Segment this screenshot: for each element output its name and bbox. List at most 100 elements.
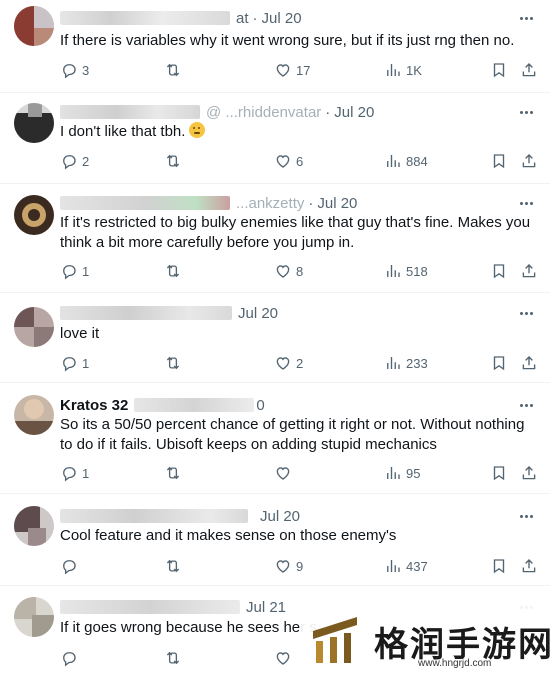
tweet-date[interactable]: 0	[256, 397, 264, 414]
tweet[interactable]: at · Jul 20 If there is variables why it…	[0, 0, 550, 93]
tweet-date[interactable]: Jul 20	[262, 10, 302, 27]
avatar[interactable]	[14, 6, 54, 46]
avatar[interactable]	[14, 307, 54, 347]
more-options-icon[interactable]	[516, 102, 536, 122]
like-button[interactable]	[274, 648, 296, 668]
like-button[interactable]: 2	[274, 353, 303, 373]
avatar[interactable]	[14, 506, 54, 546]
avatar[interactable]	[14, 195, 54, 235]
retweet-icon	[164, 464, 182, 482]
author-handle[interactable]: at	[236, 10, 249, 27]
bookmark-button[interactable]	[490, 261, 512, 281]
like-count: 6	[296, 153, 304, 169]
bookmark-button[interactable]	[490, 151, 512, 171]
author-handle[interactable]: @ ...rhiddenvatar	[206, 104, 321, 121]
frowning-face-icon	[189, 122, 206, 138]
tweet-header: Kratos 32 0	[60, 395, 265, 415]
view-count: 884	[406, 153, 428, 169]
views-button[interactable]: 233	[384, 353, 428, 373]
like-button[interactable]: 8	[274, 261, 303, 281]
separator-dot: ·	[325, 103, 331, 121]
reply-button[interactable]: 2	[60, 151, 89, 171]
bar-chart-icon	[384, 354, 402, 372]
tweet-date[interactable]: Jul 20	[334, 104, 374, 121]
more-options-icon[interactable]	[516, 8, 536, 28]
author-name[interactable]: Kratos 32	[60, 397, 128, 414]
author-handle[interactable]: ...ankzetty	[236, 195, 304, 212]
tweet-date[interactable]: Jul 20	[238, 305, 278, 322]
like-count: 2	[296, 355, 304, 371]
author-name-redacted[interactable]	[60, 11, 230, 25]
bookmark-button[interactable]	[490, 353, 512, 373]
tweet-header: Jul 20	[60, 506, 300, 526]
bookmark-icon	[490, 61, 508, 79]
retweet-button[interactable]	[164, 151, 186, 171]
tweet-header: Jul 20	[60, 303, 278, 323]
more-options-icon[interactable]	[516, 303, 536, 323]
author-handle-redacted[interactable]	[134, 398, 255, 412]
reply-button[interactable]	[60, 556, 82, 576]
tweet[interactable]: Kratos 32 0 So its a 50/50 percent chanc…	[0, 383, 550, 494]
author-name-redacted[interactable]	[60, 600, 240, 614]
like-button[interactable]: 17	[274, 60, 310, 80]
views-button[interactable]: 437	[384, 556, 428, 576]
tweet-actions: 3 17 1K	[60, 60, 540, 80]
view-count: 437	[406, 558, 428, 574]
tweet-text: Cool feature and it makes sense on those…	[60, 527, 397, 544]
tweet[interactable]: Jul 20 Cool feature and it makes sense o…	[0, 494, 550, 586]
more-options-icon[interactable]	[516, 395, 536, 415]
author-name-redacted[interactable]	[60, 105, 200, 119]
separator-dot: ·	[252, 9, 258, 27]
retweet-button[interactable]	[164, 556, 186, 576]
tweet-date[interactable]: Jul 20	[317, 195, 357, 212]
like-button[interactable]	[274, 463, 296, 483]
share-button[interactable]	[520, 261, 542, 281]
tweet-actions: 2 6 884	[60, 151, 540, 171]
bookmark-icon	[490, 262, 508, 280]
tweet-date[interactable]: Jul 21	[246, 599, 286, 616]
author-name-redacted[interactable]	[60, 196, 230, 210]
avatar[interactable]	[14, 597, 54, 637]
share-button[interactable]	[520, 556, 542, 576]
retweet-button[interactable]	[164, 353, 186, 373]
retweet-button[interactable]	[164, 648, 186, 668]
reply-button[interactable]	[60, 648, 82, 668]
bookmark-button[interactable]	[490, 556, 512, 576]
more-options-icon[interactable]	[516, 506, 536, 526]
tweet-text: So its a 50/50 percent chance of getting…	[60, 416, 525, 453]
avatar[interactable]	[14, 103, 54, 143]
view-count: 1K	[406, 62, 422, 78]
views-button[interactable]: 518	[384, 261, 428, 281]
avatar[interactable]	[14, 395, 54, 435]
bookmark-button[interactable]	[490, 463, 512, 483]
tweet[interactable]: Jul 20 love it 1 2 233	[0, 293, 550, 383]
views-button[interactable]: 884	[384, 151, 428, 171]
reply-icon	[60, 649, 78, 667]
retweet-button[interactable]	[164, 60, 186, 80]
share-button[interactable]	[520, 151, 542, 171]
tweet-actions: 9 437	[60, 556, 540, 576]
retweet-button[interactable]	[164, 261, 186, 281]
tweet-actions: 1 8 518	[60, 261, 540, 281]
reply-button[interactable]: 1	[60, 463, 89, 483]
heart-icon	[274, 61, 292, 79]
more-options-icon[interactable]	[516, 193, 536, 213]
bookmark-button[interactable]	[490, 60, 512, 80]
retweet-button[interactable]	[164, 463, 186, 483]
reply-button[interactable]: 3	[60, 60, 89, 80]
views-button[interactable]: 1K	[384, 60, 422, 80]
tweet[interactable]: @ ...rhiddenvatar · Jul 20 I don't like …	[0, 93, 550, 184]
like-button[interactable]: 9	[274, 556, 303, 576]
tweet[interactable]: ...ankzetty · Jul 20 If it's restricted …	[0, 184, 550, 293]
author-name-redacted[interactable]	[60, 306, 232, 320]
tweet-date[interactable]: Jul 20	[260, 508, 300, 525]
reply-button[interactable]: 1	[60, 353, 89, 373]
views-button[interactable]: 95	[384, 463, 420, 483]
share-button[interactable]	[520, 463, 542, 483]
share-button[interactable]	[520, 353, 542, 373]
share-button[interactable]	[520, 60, 542, 80]
author-name-redacted[interactable]	[60, 509, 248, 523]
like-button[interactable]: 6	[274, 151, 303, 171]
retweet-icon	[164, 152, 182, 170]
reply-button[interactable]: 1	[60, 261, 89, 281]
